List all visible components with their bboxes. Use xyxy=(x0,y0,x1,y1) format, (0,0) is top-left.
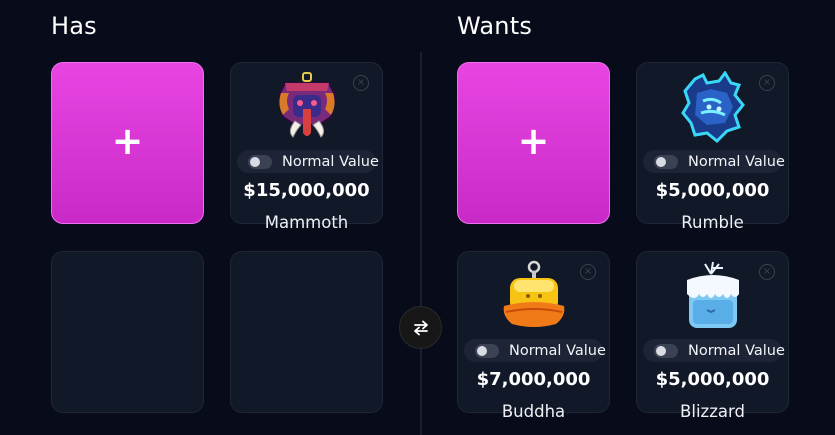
normal-value-toggle[interactable]: Normal Value xyxy=(237,150,379,173)
mammoth-fruit-icon xyxy=(277,72,336,138)
has-item-card-mammoth: × Normal Value $15,000,000 Mammoth xyxy=(230,62,383,232)
swap-button[interactable] xyxy=(399,306,442,349)
wants-add-item-button[interactable]: + xyxy=(457,62,610,224)
item-price: $7,000,000 xyxy=(476,369,591,390)
toggle-label: Normal Value xyxy=(688,342,785,359)
toggle-switch[interactable] xyxy=(654,343,678,358)
item-price: $5,000,000 xyxy=(655,369,770,390)
normal-value-toggle[interactable]: Normal Value xyxy=(643,339,785,362)
item-name: Rumble xyxy=(681,213,744,232)
toggle-label: Normal Value xyxy=(688,153,785,170)
wants-item-card-buddha: × Normal Value $7,000,000 Buddha xyxy=(457,251,610,421)
buddha-fruit-icon xyxy=(503,260,564,327)
plus-icon: + xyxy=(111,119,144,163)
wants-title: Wants xyxy=(457,12,533,40)
remove-item-button[interactable]: × xyxy=(353,75,369,91)
toggle-switch[interactable] xyxy=(475,343,499,358)
item-price: $15,000,000 xyxy=(243,180,370,201)
rumble-fruit-icon xyxy=(680,71,745,144)
item-name: Blizzard xyxy=(680,402,745,421)
remove-item-button[interactable]: × xyxy=(759,75,775,91)
blizzard-fruit-icon xyxy=(686,261,739,328)
plus-icon: + xyxy=(517,119,550,163)
wants-item-card-rumble: × Normal Value $5,000,000 Rumble xyxy=(636,62,789,232)
has-title: Has xyxy=(51,12,97,40)
has-empty-slot[interactable] xyxy=(230,251,383,413)
item-name: Buddha xyxy=(501,402,566,421)
section-divider xyxy=(420,52,422,435)
item-price: $5,000,000 xyxy=(655,180,770,201)
normal-value-toggle[interactable]: Normal Value xyxy=(643,150,785,173)
has-empty-slot[interactable] xyxy=(51,251,204,413)
swap-arrows-icon xyxy=(413,320,428,335)
normal-value-toggle[interactable]: Normal Value xyxy=(464,339,606,362)
remove-item-button[interactable]: × xyxy=(580,264,596,280)
remove-item-button[interactable]: × xyxy=(759,264,775,280)
wants-item-card-blizzard: × Normal Value $5,000,000 Blizzard xyxy=(636,251,789,421)
toggle-switch[interactable] xyxy=(248,154,272,169)
toggle-label: Normal Value xyxy=(282,153,379,170)
has-add-item-button[interactable]: + xyxy=(51,62,204,224)
toggle-label: Normal Value xyxy=(509,342,606,359)
toggle-switch[interactable] xyxy=(654,154,678,169)
item-name: Mammoth xyxy=(264,213,349,232)
